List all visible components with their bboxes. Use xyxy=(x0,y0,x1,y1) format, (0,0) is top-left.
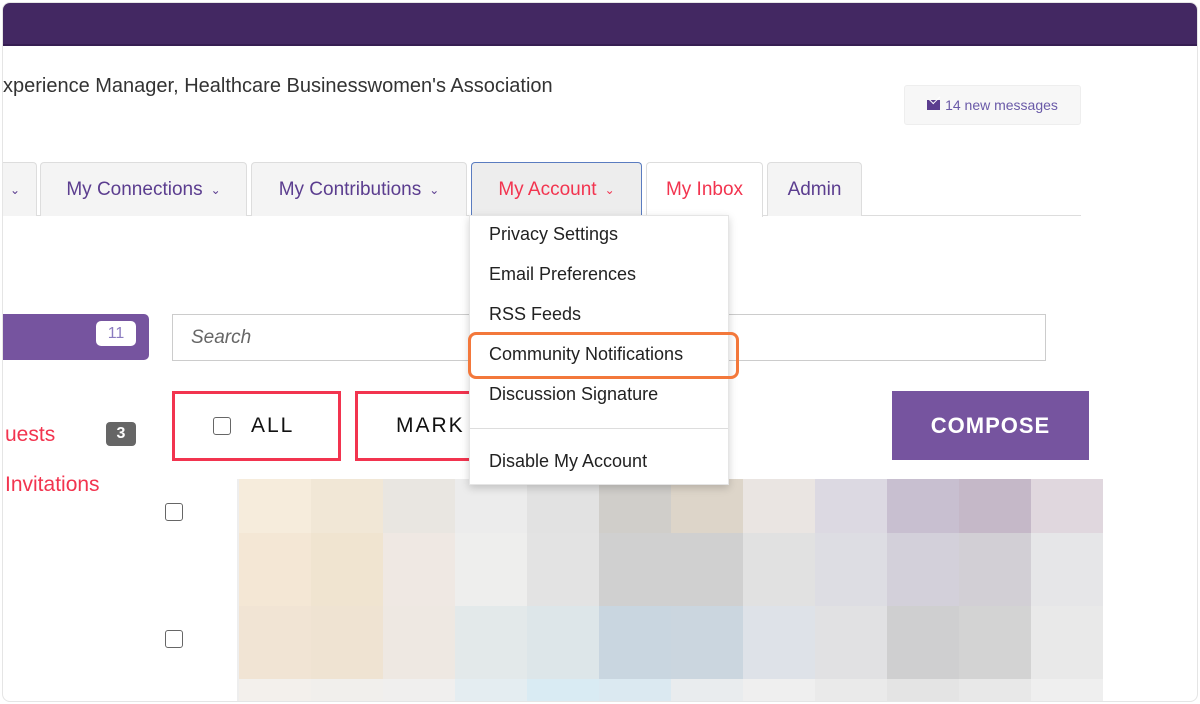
pixel-block xyxy=(1031,606,1103,679)
chevron-down-icon: ⌄ xyxy=(210,182,221,197)
pixel-block xyxy=(959,606,1031,679)
new-messages-label: 14 new messages xyxy=(945,97,1058,113)
tab-previous[interactable]: ⌄ xyxy=(3,162,37,216)
pixel-block xyxy=(527,606,599,679)
message-row-checkbox[interactable] xyxy=(165,630,183,648)
pixel-block xyxy=(959,533,1031,606)
pixel-block xyxy=(1031,479,1103,533)
pixel-block xyxy=(887,679,959,701)
pixel-block xyxy=(743,479,815,533)
menu-item-disable-account[interactable]: Disable My Account xyxy=(489,451,647,472)
tab-label: My Account xyxy=(498,178,597,200)
tab-label: My Contributions xyxy=(278,178,422,200)
pixel-block xyxy=(527,533,599,606)
envelope-icon xyxy=(927,100,941,110)
tab-admin[interactable]: Admin xyxy=(767,162,862,216)
inbox-folder-button[interactable]: 11 xyxy=(3,314,149,360)
tab-label: Admin xyxy=(787,178,842,200)
pixel-block xyxy=(1031,533,1103,606)
tab-my-inbox[interactable]: My Inbox xyxy=(646,162,763,217)
tab-my-contributions[interactable]: My Contributions ⌄ xyxy=(251,162,467,216)
chevron-down-icon: ⌄ xyxy=(9,182,21,197)
tab-label: My Inbox xyxy=(665,179,744,200)
pixel-block xyxy=(743,533,815,606)
menu-item-email-preferences[interactable]: Email Preferences xyxy=(489,264,636,285)
pixel-block xyxy=(455,679,527,701)
pixel-block xyxy=(671,533,743,606)
pixel-block xyxy=(311,679,383,701)
pixel-block xyxy=(383,479,455,533)
pixel-block xyxy=(239,533,311,606)
pixel-block xyxy=(239,606,311,679)
folder-count-badge: 11 xyxy=(96,321,136,346)
pixel-block xyxy=(887,479,959,533)
sidebar-link-invitations[interactable]: Invitations xyxy=(5,473,100,497)
message-row-checkbox[interactable] xyxy=(165,503,183,521)
top-banner xyxy=(3,3,1197,46)
user-title: xperience Manager, Healthcare Businesswo… xyxy=(3,75,553,97)
pixel-block xyxy=(527,479,599,533)
requests-count-badge: 3 xyxy=(106,422,136,446)
pixel-block xyxy=(815,679,887,701)
pixel-block xyxy=(599,606,671,679)
nav-tabs: ⌄ My Connections ⌄ My Contributions ⌄ My A… xyxy=(3,161,1081,217)
mark-button[interactable]: MARK xyxy=(355,391,485,461)
mark-label: MARK xyxy=(396,414,465,437)
pixel-block xyxy=(527,679,599,701)
pixel-block xyxy=(311,479,383,533)
app-window: xperience Manager, Healthcare Businesswo… xyxy=(2,2,1198,702)
tab-my-connections[interactable]: My Connections ⌄ xyxy=(40,162,247,216)
select-all-checkbox[interactable] xyxy=(213,417,231,435)
highlight-box xyxy=(468,332,739,379)
sidebar-link-requests[interactable]: uests xyxy=(5,423,55,447)
pixel-block xyxy=(239,479,311,533)
menu-item-rss-feeds[interactable]: RSS Feeds xyxy=(489,304,581,325)
pixel-block xyxy=(599,533,671,606)
pixel-block xyxy=(455,606,527,679)
compose-button[interactable]: COMPOSE xyxy=(892,391,1089,460)
pixel-block xyxy=(671,679,743,701)
pixel-block xyxy=(311,533,383,606)
pixel-block xyxy=(671,606,743,679)
pixel-block xyxy=(383,606,455,679)
pixel-block xyxy=(887,606,959,679)
pixel-block xyxy=(959,479,1031,533)
pixel-block xyxy=(743,606,815,679)
chevron-down-icon: ⌄ xyxy=(429,182,440,197)
chevron-down-icon: ⌄ xyxy=(604,182,615,197)
tab-label: My Connections xyxy=(66,178,203,200)
pixel-block xyxy=(599,679,671,701)
pixel-block xyxy=(887,533,959,606)
new-messages-button[interactable]: 14 new messages xyxy=(904,85,1081,125)
pixel-block xyxy=(311,606,383,679)
pixel-block xyxy=(1031,679,1103,701)
pixel-block xyxy=(743,679,815,701)
select-all-button[interactable]: ALL xyxy=(172,391,341,461)
menu-item-privacy-settings[interactable]: Privacy Settings xyxy=(489,224,618,245)
pixel-block xyxy=(383,679,455,701)
pixel-block xyxy=(815,533,887,606)
pixel-block xyxy=(455,533,527,606)
pixel-block xyxy=(959,679,1031,701)
menu-divider xyxy=(470,428,728,429)
pixel-block xyxy=(239,679,311,701)
pixel-block xyxy=(815,606,887,679)
pixel-block xyxy=(815,479,887,533)
tab-my-account[interactable]: My Account ⌄ xyxy=(471,162,642,216)
pixel-block xyxy=(671,479,743,533)
pixel-block xyxy=(383,533,455,606)
menu-item-discussion-signature[interactable]: Discussion Signature xyxy=(489,384,658,405)
select-all-label: ALL xyxy=(251,414,295,437)
pixel-block xyxy=(599,479,671,533)
pixelated-message-list xyxy=(237,479,1103,701)
pixel-block xyxy=(455,479,527,533)
